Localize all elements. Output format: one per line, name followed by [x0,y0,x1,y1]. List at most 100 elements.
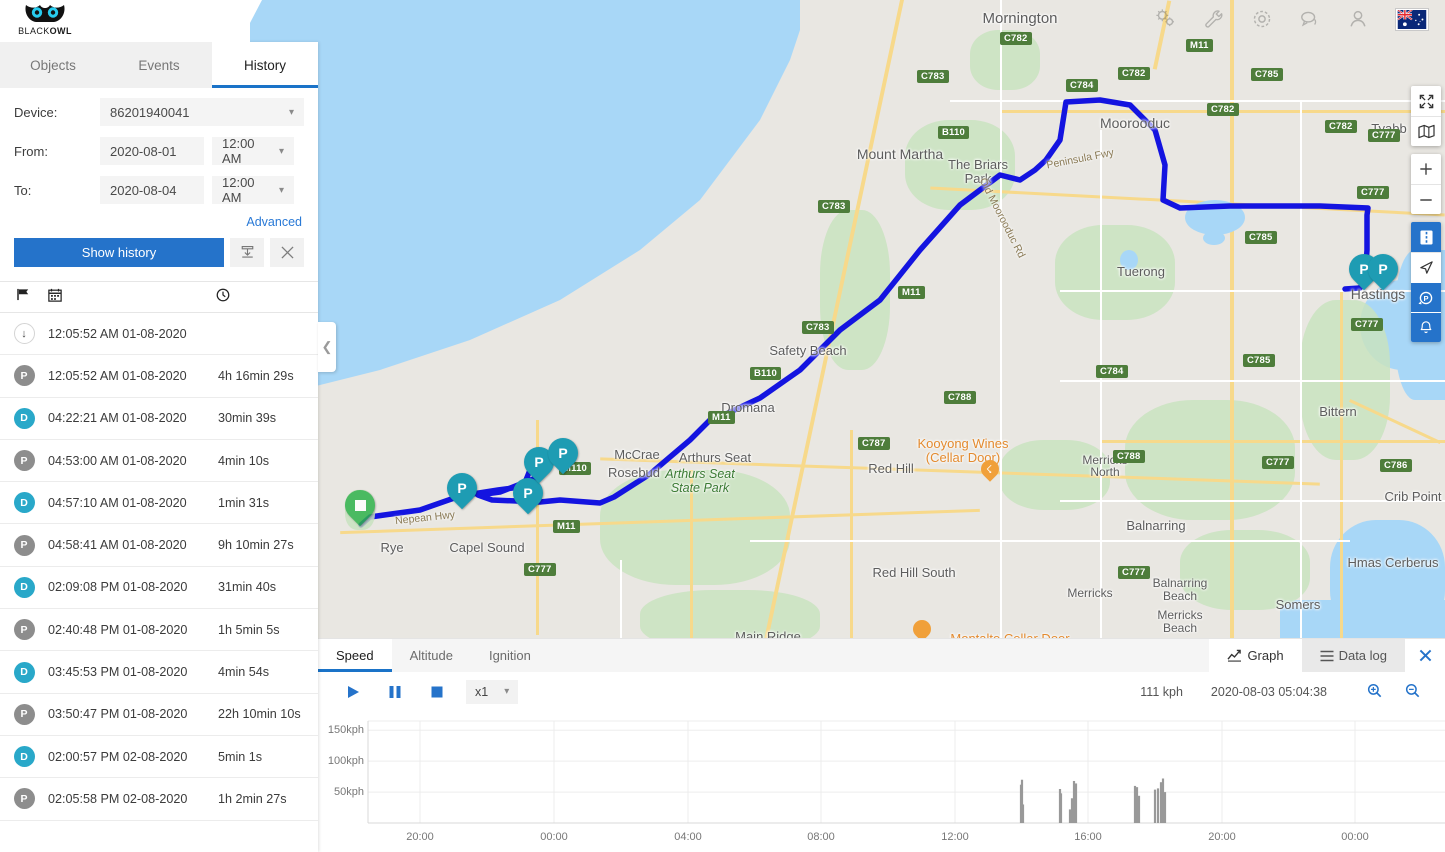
clock-icon [216,288,306,307]
row-datetime: 04:53:00 AM 01-08-2020 [48,453,187,468]
row-datetime: 02:40:48 PM 01-08-2020 [48,622,188,637]
from-time-value: 12:00 AM [222,136,255,166]
alerts-button[interactable] [1411,312,1441,342]
map-pin-parking[interactable]: P [440,466,484,513]
table-row[interactable]: D 02:09:08 PM 01-08-2020 31min 40s [0,567,318,610]
to-date-input[interactable]: 2020-08-04 [100,176,204,204]
table-row[interactable]: D 04:57:10 AM 01-08-2020 1min 31s [0,482,318,525]
road-shield: M11 [1186,39,1213,52]
close-icon [1419,649,1431,662]
table-row[interactable]: P 04:53:00 AM 01-08-2020 4min 10s [0,440,318,483]
table-row[interactable]: P 02:05:58 PM 02-08-2020 1h 2min 27s [0,778,318,821]
chart-x-tick: 00:00 [1341,831,1369,843]
map-place-label: Rye [380,540,404,555]
road-shield: M11 [708,411,735,424]
zoom-out-button[interactable] [1411,184,1441,214]
gear-icon[interactable] [1251,8,1273,30]
to-time-select[interactable]: 12:00 AM ▾ [212,175,294,205]
map-place-label: The Briars [948,157,1008,172]
map-poi-label[interactable]: Kooyong Wines [917,436,1008,451]
row-duration: 4min 10s [218,453,270,468]
tab-ignition[interactable]: Ignition [471,639,549,672]
map-poi-label[interactable]: Montalto Cellar Door [950,631,1069,638]
show-history-button[interactable]: Show history [14,238,224,267]
table-row[interactable]: P 04:58:41 AM 01-08-2020 9h 10min 27s [0,524,318,567]
status-badge: P [13,365,35,387]
stop-icon [431,686,443,697]
tab-history[interactable]: History [212,42,318,88]
graph-panel: Speed Altitude Ignition Graph Data log x… [318,638,1445,852]
graph-zoom-in-button[interactable] [1355,683,1393,701]
wrench-icon[interactable] [1203,8,1225,30]
tab-objects[interactable]: Objects [0,42,106,88]
road-shield: C784 [1066,79,1098,92]
pause-button[interactable] [374,685,416,699]
table-row[interactable]: P 12:05:52 AM 01-08-2020 4h 16min 29s [0,355,318,398]
map-place-label: North [1090,465,1120,479]
download-icon [241,245,253,258]
table-row[interactable]: ↓ 12:05:52 AM 01-08-2020 [0,313,318,356]
pin-label: P [1378,261,1388,277]
navigation-arrow-icon [1419,261,1433,274]
map-pin-stop[interactable] [338,483,382,530]
bell-icon [1420,321,1432,334]
map-pin-parking[interactable]: P [541,431,585,478]
panel-collapse-handle[interactable]: ❮ [318,322,336,372]
row-type-badge: D [0,661,48,683]
history-table-header [0,281,318,313]
cogs-icon[interactable] [1155,8,1177,30]
chart-x-tick: 20:00 [406,831,434,843]
row-type-badge: P [0,534,48,556]
playback-speed-select[interactable]: x1 ▾ [466,679,519,704]
tab-events[interactable]: Events [106,42,212,88]
row-type-badge: D [0,407,48,429]
status-badge: D [13,746,35,768]
road-button[interactable] [1411,222,1441,252]
advanced-link[interactable]: Advanced [14,215,304,229]
zoom-in-button[interactable] [1411,154,1441,184]
graph-zoom-out-button[interactable] [1393,683,1431,701]
row-datetime: 12:05:52 AM 01-08-2020 [48,368,187,383]
tab-altitude[interactable]: Altitude [392,639,471,672]
user-icon[interactable] [1347,8,1369,30]
map-controls-group-3: P [1411,222,1441,342]
play-button[interactable] [332,685,374,699]
tab-graph-view-label: Graph [1247,648,1284,663]
road-shield: C782 [1000,32,1032,45]
device-value: 86201940041 [110,104,190,120]
table-row[interactable]: D 02:00:57 PM 02-08-2020 5min 1s [0,736,318,779]
row-duration: 1min 31s [218,495,270,510]
history-table-body[interactable]: ↓ 12:05:52 AM 01-08-2020 P 12:05:52 AM 01-0… [0,313,318,852]
download-button[interactable] [230,238,264,267]
zoom-out-icon [1405,683,1419,697]
map-layers-button[interactable] [1411,116,1441,146]
tab-speed[interactable]: Speed [318,639,392,672]
from-label: From: [14,143,48,159]
fullscreen-button[interactable] [1411,86,1441,116]
tab-graph-view[interactable]: Graph [1209,639,1302,672]
brand-logo[interactable]: BLACKOWL [14,3,76,36]
table-row[interactable]: D 03:45:53 PM 01-08-2020 4min 54s [0,651,318,694]
navigation-button[interactable] [1411,252,1441,282]
table-row[interactable]: D 04:22:21 AM 01-08-2020 30min 39s [0,398,318,440]
stop-button[interactable] [416,686,458,698]
map-pin-parking[interactable]: P [1361,247,1405,294]
from-date-input[interactable]: 2020-08-01 [100,137,204,165]
from-time-select[interactable]: 12:00 AM ▾ [212,136,294,166]
device-select[interactable]: 86201940041 ▾ [100,98,304,126]
speed-chart[interactable]: 50kph 100kph 150kph 20:00 00:00 04:00 08:00 12… [318,711,1445,851]
table-row[interactable]: P 02:40:48 PM 01-08-2020 1h 5min 5s [0,609,318,652]
road-shield: C777 [1262,456,1294,469]
row-datetime: 04:58:41 AM 01-08-2020 [48,538,187,553]
pin-label: P [457,480,467,496]
clear-button[interactable] [270,238,304,267]
map-place-label: Tuerong [1117,264,1165,279]
graph-close-button[interactable] [1405,639,1445,672]
table-row[interactable]: P 03:50:47 PM 01-08-2020 22h 10min 10s [0,694,318,736]
chat-icon[interactable] [1299,8,1321,30]
tab-data-log[interactable]: Data log [1301,639,1405,672]
brand-name-light: BLACK [18,26,50,36]
parking-button[interactable]: P [1411,282,1441,312]
flag-au-icon[interactable] [1395,7,1429,31]
list-icon [1320,650,1334,661]
